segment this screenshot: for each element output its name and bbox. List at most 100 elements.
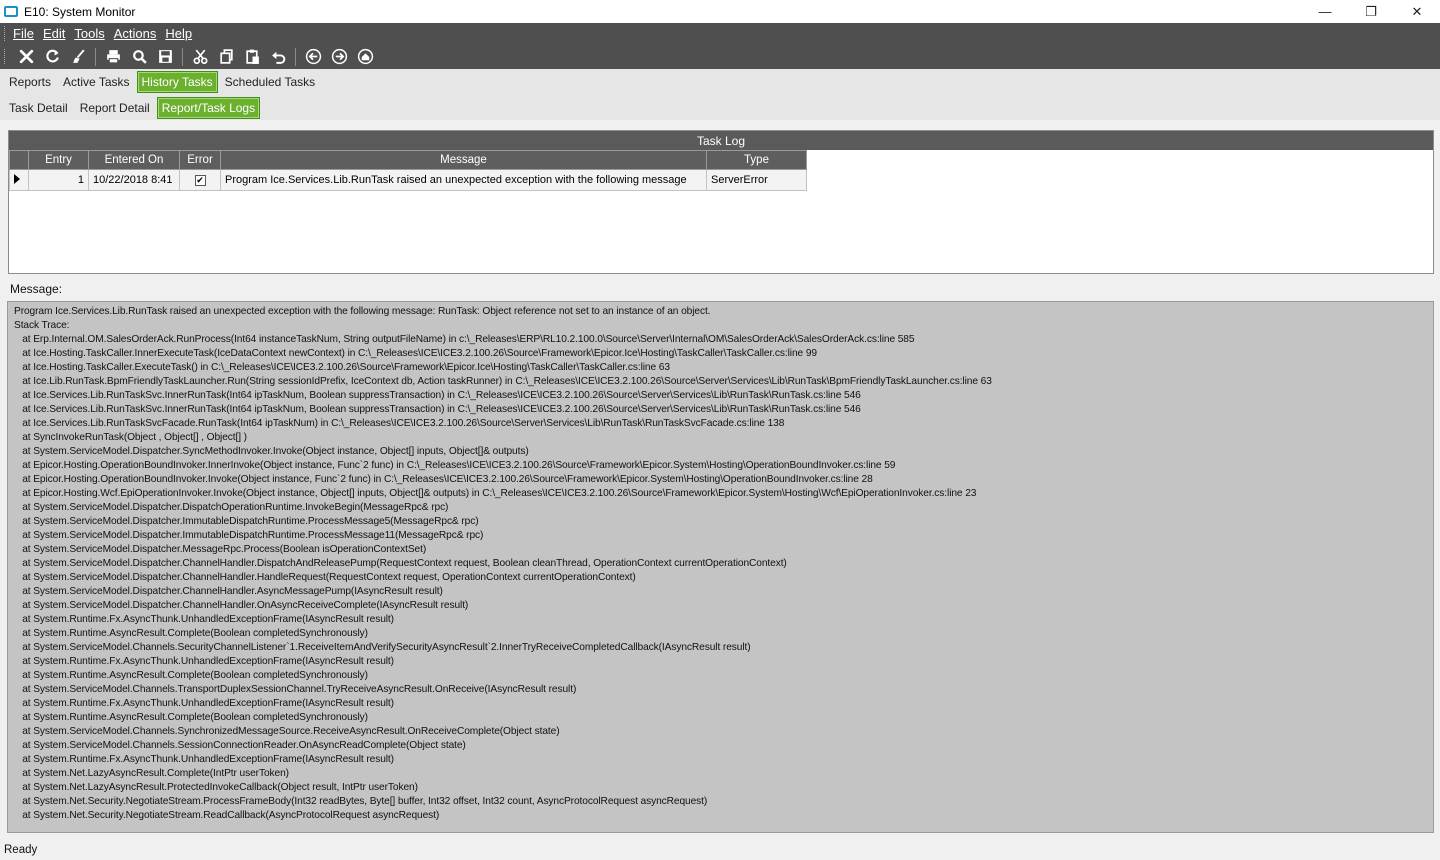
cut-icon[interactable] <box>190 47 210 67</box>
paste-icon[interactable] <box>242 47 262 67</box>
copy-icon[interactable] <box>216 47 236 67</box>
tab-report-detail[interactable]: Report Detail <box>75 98 155 118</box>
tab-scheduled-tasks[interactable]: Scheduled Tasks <box>220 72 321 92</box>
message-line: at System.ServiceModel.Dispatcher.Channe… <box>14 600 469 611</box>
print-icon[interactable] <box>103 47 123 67</box>
message-line: at System.Net.Security.NegotiateStream.R… <box>14 810 440 821</box>
tab-reports[interactable]: Reports <box>4 72 56 92</box>
message-line: at Erp.Internal.OM.SalesOrderAck.RunProc… <box>14 334 915 345</box>
message-line: at System.Runtime.Fx.AsyncThunk.Unhandle… <box>14 698 394 709</box>
column-header-message[interactable]: Message <box>220 150 707 170</box>
print-preview-icon[interactable] <box>129 47 149 67</box>
back-icon[interactable] <box>303 47 323 67</box>
refresh-icon[interactable] <box>42 47 62 67</box>
menu-actions[interactable]: Actions <box>114 26 157 41</box>
row-indicator-icon <box>14 173 20 184</box>
toolbar-grip <box>4 49 7 64</box>
cell-entry[interactable]: 1 <box>28 169 89 191</box>
menu-bar: File Edit Tools Actions Help <box>0 23 1440 44</box>
message-label: Message: <box>10 282 63 296</box>
clear-icon[interactable] <box>68 47 88 67</box>
message-line: at System.Runtime.AsyncResult.Complete(B… <box>14 628 368 639</box>
message-line: at System.ServiceModel.Dispatcher.Channe… <box>14 558 787 569</box>
window-title: E10: System Monitor <box>24 4 136 19</box>
cell-error[interactable]: ✔ <box>179 169 221 191</box>
message-line: at System.ServiceModel.Dispatcher.SyncMe… <box>14 446 529 457</box>
forward-icon[interactable] <box>329 47 349 67</box>
column-header-entry[interactable]: Entry <box>28 150 89 170</box>
undo-icon[interactable] <box>268 47 288 67</box>
toolbar <box>0 44 1440 69</box>
close-icon[interactable] <box>16 47 36 67</box>
toolbar-separator <box>182 47 183 66</box>
app-icon <box>4 6 18 17</box>
message-line: at System.Net.Security.NegotiateStream.P… <box>14 796 708 807</box>
close-window-button[interactable]: ✕ <box>1394 0 1440 23</box>
message-line: at Epicor.Hosting.OperationBoundInvoker.… <box>14 474 873 485</box>
message-line: at System.ServiceModel.Channels.Synchron… <box>14 726 560 737</box>
menu-tools[interactable]: Tools <box>74 26 104 41</box>
tab-report-task-logs[interactable]: Report/Task Logs <box>156 96 261 119</box>
message-line: at Epicor.Hosting.Wcf.EpiOperationInvoke… <box>14 488 977 499</box>
cell-message[interactable]: Program Ice.Services.Lib.RunTask raised … <box>220 169 707 191</box>
message-line: at Ice.Services.Lib.RunTaskSvc.InnerRunT… <box>14 390 861 401</box>
message-line: at System.ServiceModel.Dispatcher.Channe… <box>14 586 443 597</box>
menu-file[interactable]: File <box>13 26 34 41</box>
message-line: at System.Runtime.AsyncResult.Complete(B… <box>14 712 368 723</box>
message-line: at System.ServiceModel.Dispatcher.Channe… <box>14 572 636 583</box>
tab-task-detail[interactable]: Task Detail <box>4 98 73 118</box>
message-line: Program Ice.Services.Lib.RunTask raised … <box>14 306 711 317</box>
message-line: at Ice.Lib.RunTask.BpmFriendlyTaskLaunch… <box>14 376 992 387</box>
message-line: at Ice.Hosting.TaskCaller.InnerExecuteTa… <box>14 348 817 359</box>
message-line: at System.ServiceModel.Dispatcher.Dispat… <box>14 502 449 513</box>
menu-grip <box>4 26 7 41</box>
cell-entered-on[interactable]: 10/22/2018 8:41 <box>88 169 180 191</box>
menu-help[interactable]: Help <box>165 26 192 41</box>
secondary-tabs: Task Detail Report Detail Report/Task Lo… <box>0 95 1440 120</box>
task-log-title: Task Log <box>9 131 1433 150</box>
message-line: at SyncInvokeRunTask(Object , Object[] ,… <box>14 432 247 443</box>
status-text: Ready <box>4 844 38 856</box>
message-line: at System.Net.LazyAsyncResult.ProtectedI… <box>14 782 418 793</box>
table-row[interactable]: 1 10/22/2018 8:41 ✔ Program Ice.Services… <box>9 169 807 191</box>
tab-history-tasks[interactable]: History Tasks <box>136 71 218 93</box>
row-selector-header <box>9 150 29 170</box>
message-line: at System.Runtime.Fx.AsyncThunk.Unhandle… <box>14 656 394 667</box>
message-line: at System.Runtime.AsyncResult.Complete(B… <box>14 670 368 681</box>
message-line: at System.ServiceModel.Dispatcher.Immuta… <box>14 530 484 541</box>
row-selector[interactable] <box>9 169 29 191</box>
toolbar-separator <box>95 47 96 66</box>
message-line: at System.Runtime.Fx.AsyncThunk.Unhandle… <box>14 614 394 625</box>
task-log-grid: Entry Entered On Error Message Type 1 10… <box>9 150 807 191</box>
task-log-panel: Task Log Entry Entered On Error Message … <box>8 130 1434 274</box>
column-header-error[interactable]: Error <box>179 150 221 170</box>
title-bar: E10: System Monitor — ❐ ✕ <box>0 0 1440 23</box>
window-controls: — ❐ ✕ <box>1302 0 1440 23</box>
error-checkbox[interactable]: ✔ <box>194 175 206 186</box>
cell-type[interactable]: ServerError <box>706 169 807 191</box>
message-line: at Epicor.Hosting.OperationBoundInvoker.… <box>14 460 896 471</box>
column-header-type[interactable]: Type <box>706 150 807 170</box>
message-line: at Ice.Services.Lib.RunTaskSvc.InnerRunT… <box>14 404 861 415</box>
save-icon[interactable] <box>155 47 175 67</box>
message-textbox[interactable]: Program Ice.Services.Lib.RunTask raised … <box>7 301 1434 833</box>
message-line: Stack Trace: <box>14 320 70 331</box>
message-line: at System.ServiceModel.Channels.SessionC… <box>14 740 466 751</box>
message-line: at System.ServiceModel.Channels.Transpor… <box>14 684 577 695</box>
message-line: at System.ServiceModel.Channels.Security… <box>14 642 751 653</box>
message-line: at Ice.Services.Lib.RunTaskSvcFacade.Run… <box>14 418 785 429</box>
message-line: at System.ServiceModel.Dispatcher.Immuta… <box>14 516 479 527</box>
restore-button[interactable]: ❐ <box>1348 0 1394 23</box>
message-line: at System.ServiceModel.Dispatcher.Messag… <box>14 544 427 555</box>
tab-active-tasks[interactable]: Active Tasks <box>58 72 134 92</box>
primary-tabs: Reports Active Tasks History Tasks Sched… <box>0 69 1440 95</box>
menu-edit[interactable]: Edit <box>43 26 65 41</box>
column-header-entered-on[interactable]: Entered On <box>88 150 180 170</box>
message-line: at System.Net.LazyAsyncResult.Complete(I… <box>14 768 289 779</box>
status-bar: Ready <box>0 840 1440 860</box>
home-icon[interactable] <box>355 47 375 67</box>
toolbar-separator <box>295 47 296 66</box>
minimize-button[interactable]: — <box>1302 0 1348 23</box>
message-line: at Ice.Hosting.TaskCaller.ExecuteTask() … <box>14 362 670 373</box>
message-line: at System.Runtime.Fx.AsyncThunk.Unhandle… <box>14 754 394 765</box>
